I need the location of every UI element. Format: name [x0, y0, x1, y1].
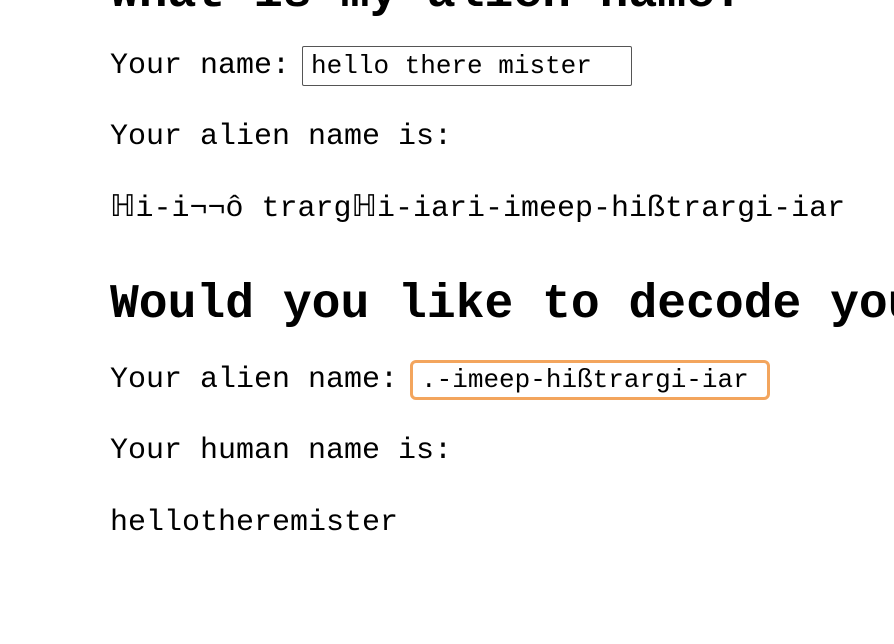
alien-name-input[interactable] — [410, 360, 770, 400]
name-field-row: Your name: — [110, 46, 894, 86]
decode-heading: Would you like to decode your alien name… — [110, 278, 894, 332]
name-label: Your name: — [110, 49, 290, 83]
encode-heading: What is my alien name? — [110, 0, 894, 18]
alien-field-row: Your alien name: — [110, 360, 894, 400]
name-input[interactable] — [302, 46, 632, 86]
alien-result-value: ℍi-i¬¬ô trargℍi-iari-imeep-hißtrargi-iar — [110, 188, 894, 230]
alien-result-label: Your alien name is: — [110, 116, 894, 158]
alien-name-label: Your alien name: — [110, 363, 398, 397]
human-result-value: hellotheremister — [110, 502, 894, 544]
human-result-label: Your human name is: — [110, 430, 894, 472]
